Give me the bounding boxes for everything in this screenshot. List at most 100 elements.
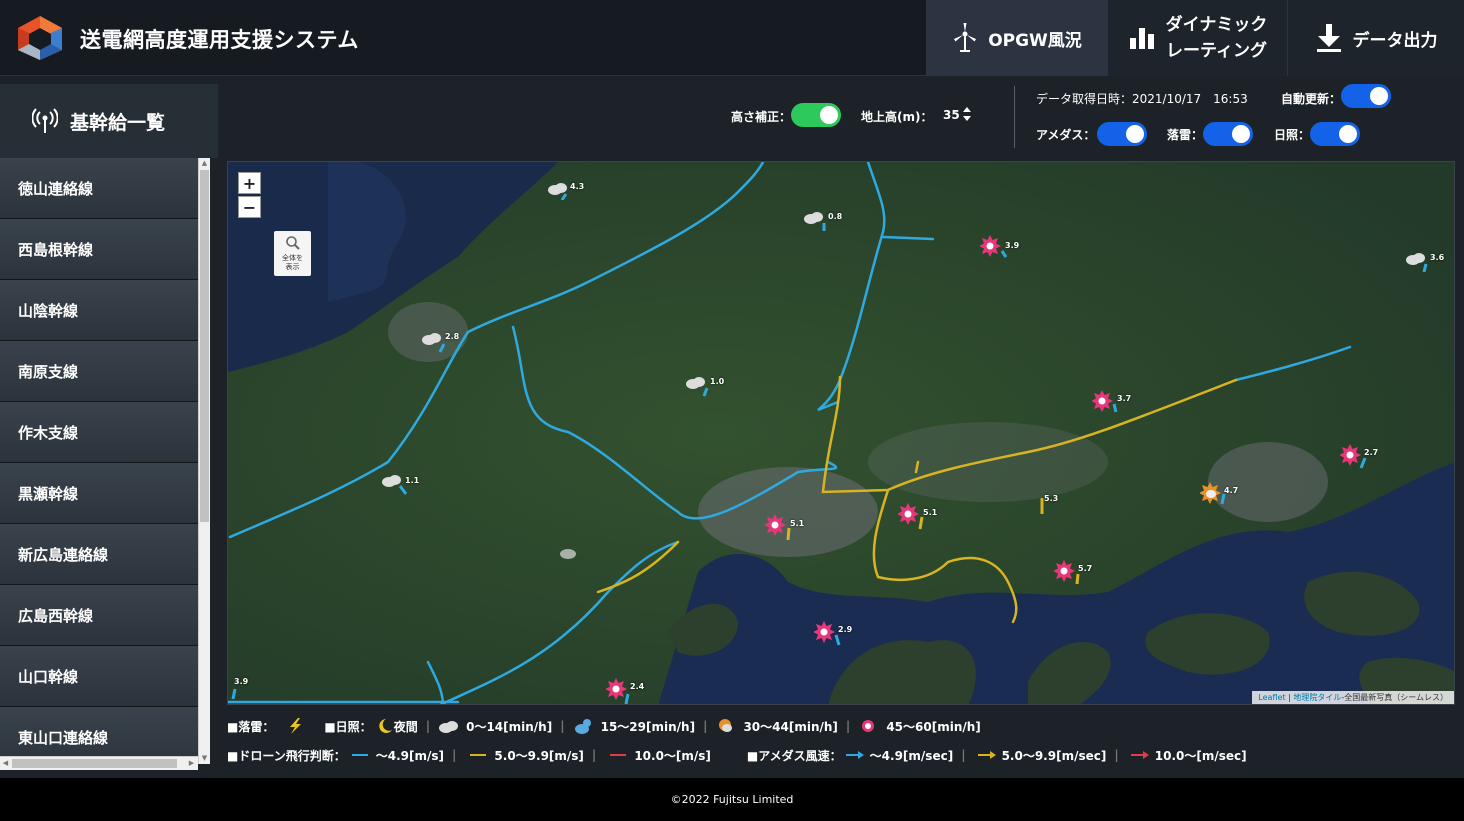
sidebar-item-label: 東山口連絡線 xyxy=(18,728,109,747)
legend-lightning-label: ■落雷： xyxy=(227,719,275,734)
bar-chart-icon xyxy=(1129,28,1154,49)
sunshine-label: 日照： xyxy=(1274,128,1311,142)
sidebar-item-shinhiroshima[interactable]: 新広島連絡線 xyxy=(0,524,198,585)
sidebar-item-nishishimane[interactable]: 西島根幹線 xyxy=(0,219,198,280)
sidebar-item-yamaguchi[interactable]: 山口幹線 xyxy=(0,646,198,707)
weather-marker[interactable]: 3.9 xyxy=(230,677,248,704)
scroll-down-icon[interactable]: ▼ xyxy=(199,753,210,764)
marker-value: 5.7 xyxy=(1078,564,1093,573)
stepper-arrows-icon[interactable] xyxy=(962,106,972,122)
cloud-icon xyxy=(1406,253,1428,273)
red-line-swatch xyxy=(610,754,627,756)
legend-sunshine-4: 45～60[min/h] xyxy=(886,719,981,734)
dynamic-rating-button[interactable]: ダイナミック レーティング xyxy=(1107,0,1287,76)
app-header: 送電網高度運用支援システム OPGW風況 ダイナミック レーティング データ出力 xyxy=(0,0,1464,76)
amedas-toggle[interactable] xyxy=(1097,122,1147,146)
ground-height-label: 地上高(m)： xyxy=(861,110,933,124)
red-arrow-icon xyxy=(1130,751,1149,759)
leaflet-link[interactable]: Leaflet xyxy=(1258,693,1285,702)
weather-marker[interactable]: 2.4 xyxy=(605,678,644,704)
height-correction-label: 高さ補正： xyxy=(731,110,792,124)
weather-marker[interactable]: 5.7 xyxy=(1053,560,1092,590)
cloud-icon xyxy=(686,377,709,397)
sun-icon xyxy=(1091,390,1118,413)
sun-icon xyxy=(764,514,791,541)
weather-marker[interactable]: 2.8 xyxy=(420,327,459,358)
data-export-button[interactable]: データ出力 xyxy=(1287,0,1464,76)
yellow-line-swatch xyxy=(470,754,487,756)
sidebar-item-hiroshimanishi[interactable]: 広島西幹線 xyxy=(0,585,198,646)
weather-marker[interactable]: 1.1 xyxy=(380,472,419,502)
legend-drone-2: 5.0～9.9[m/s] xyxy=(494,748,584,763)
marker-value: 5.1 xyxy=(790,519,805,528)
download-icon xyxy=(1316,24,1341,52)
data-export-label: データ出力 xyxy=(1352,30,1438,51)
scroll-thumb[interactable] xyxy=(200,170,209,522)
line-list: 徳山連絡線 西島根幹線 山陰幹線 南原支線 作木支線 黒瀬幹線 新広島連絡線 広… xyxy=(0,158,198,764)
sidebar-item-kurose[interactable]: 黒瀬幹線 xyxy=(0,463,198,524)
marker-value: 3.9 xyxy=(1005,241,1020,250)
map-view[interactable]: + − 全体を 表示 4.3 0.8 3.9 3.6 2.8 1.0 3.7 1… xyxy=(227,161,1455,705)
cloud-icon xyxy=(804,212,826,231)
sidebar-item-sanin[interactable]: 山陰幹線 xyxy=(0,280,198,341)
marker-value: 1.0 xyxy=(710,377,725,386)
sidebar-item-label: 山口幹線 xyxy=(18,667,79,686)
lightning-toggle[interactable] xyxy=(1203,122,1253,146)
acquired-datetime: データ取得日時：2021/10/17 16:53 xyxy=(1036,92,1248,106)
attribution-text: -全国最新写真（シームレス） xyxy=(1341,693,1448,702)
marker-value: 4.7 xyxy=(1224,486,1239,495)
sidebar-horizontal-scrollbar[interactable]: ◀ ▶ xyxy=(0,756,198,770)
marker-value: 0.8 xyxy=(828,212,843,221)
auto-update-toggle[interactable] xyxy=(1341,84,1391,108)
ground-height-value[interactable]: 35 xyxy=(943,108,960,122)
zoom-in-button[interactable]: + xyxy=(238,172,261,194)
marker-value: 4.3 xyxy=(570,182,585,191)
footer: ©2022 Fujitsu Limited xyxy=(0,778,1464,821)
weather-marker[interactable]: 0.8 xyxy=(802,209,842,235)
marker-value: 3.7 xyxy=(1117,394,1132,403)
scroll-left-icon[interactable]: ◀ xyxy=(0,758,11,769)
weather-marker[interactable]: 3.9 xyxy=(979,235,1019,265)
sidebar-vertical-scrollbar[interactable]: ▲ ▼ xyxy=(198,158,210,764)
marker-value: 2.7 xyxy=(1364,448,1379,457)
weather-marker[interactable]: 4.7 xyxy=(1199,482,1238,512)
weather-marker[interactable]: 4.3 xyxy=(546,180,584,204)
scroll-thumb[interactable] xyxy=(12,759,177,768)
sidebar-title: 基幹給一覧 xyxy=(70,111,166,134)
weather-marker[interactable]: 1.0 xyxy=(684,374,724,402)
scroll-right-icon[interactable]: ▶ xyxy=(186,758,197,769)
fit-all-button[interactable]: 全体を 表示 xyxy=(274,231,311,276)
weather-marker[interactable]: 2.7 xyxy=(1339,444,1378,474)
legend-sunshine-3: 30～44[min/h] xyxy=(743,719,838,734)
yellow-arrow-icon xyxy=(977,751,996,759)
marker-value: 3.9 xyxy=(234,677,249,686)
sunshine-toggle[interactable] xyxy=(1310,122,1360,146)
scroll-up-icon[interactable]: ▲ xyxy=(199,158,210,169)
weather-marker[interactable]: 5.3 xyxy=(1036,494,1058,520)
weather-marker[interactable]: 5.1 xyxy=(897,503,937,535)
cloud-icon xyxy=(382,475,408,495)
dynamic-rating-label-line1: ダイナミック xyxy=(1165,15,1268,35)
legend-amedas-2: 5.0～9.9[m/sec] xyxy=(1001,748,1107,763)
sidebar: 基幹給一覧 徳山連絡線 西島根幹線 山陰幹線 南原支線 作木支線 黒瀬幹線 新広… xyxy=(0,84,218,771)
map-legend: ■落雷： ■日照： 夜間 | 0～14[min/h] | 15～29[min/h… xyxy=(218,707,1464,771)
marker-value: 5.3 xyxy=(1044,494,1059,503)
marker-value: 3.6 xyxy=(1430,253,1445,262)
gsi-tiles-link[interactable]: 地理院タイル xyxy=(1293,693,1341,702)
weather-marker[interactable]: 2.9 xyxy=(813,621,852,651)
opgw-wind-button[interactable]: OPGW風況 xyxy=(926,0,1107,76)
weather-marker[interactable]: 3.7 xyxy=(1091,390,1131,420)
sidebar-item-label: 徳山連絡線 xyxy=(18,179,94,198)
legend-sunshine-label: ■日照： xyxy=(324,719,372,734)
zoom-out-button[interactable]: − xyxy=(238,196,261,218)
sidebar-item-sakugi[interactable]: 作木支線 xyxy=(0,402,198,463)
height-correction-toggle[interactable] xyxy=(791,103,841,127)
cloud-icon xyxy=(422,327,453,353)
weather-marker[interactable]: 5.1 xyxy=(764,514,804,546)
lightning-label: 落雷： xyxy=(1167,128,1204,142)
sidebar-item-tokuyama[interactable]: 徳山連絡線 xyxy=(0,158,198,219)
sidebar-item-minamihara[interactable]: 南原支線 xyxy=(0,341,198,402)
legend-drone-3: 10.0～[m/s] xyxy=(634,748,711,763)
wind-turbine-icon xyxy=(954,23,977,52)
weather-marker[interactable]: 3.6 xyxy=(1404,250,1444,276)
